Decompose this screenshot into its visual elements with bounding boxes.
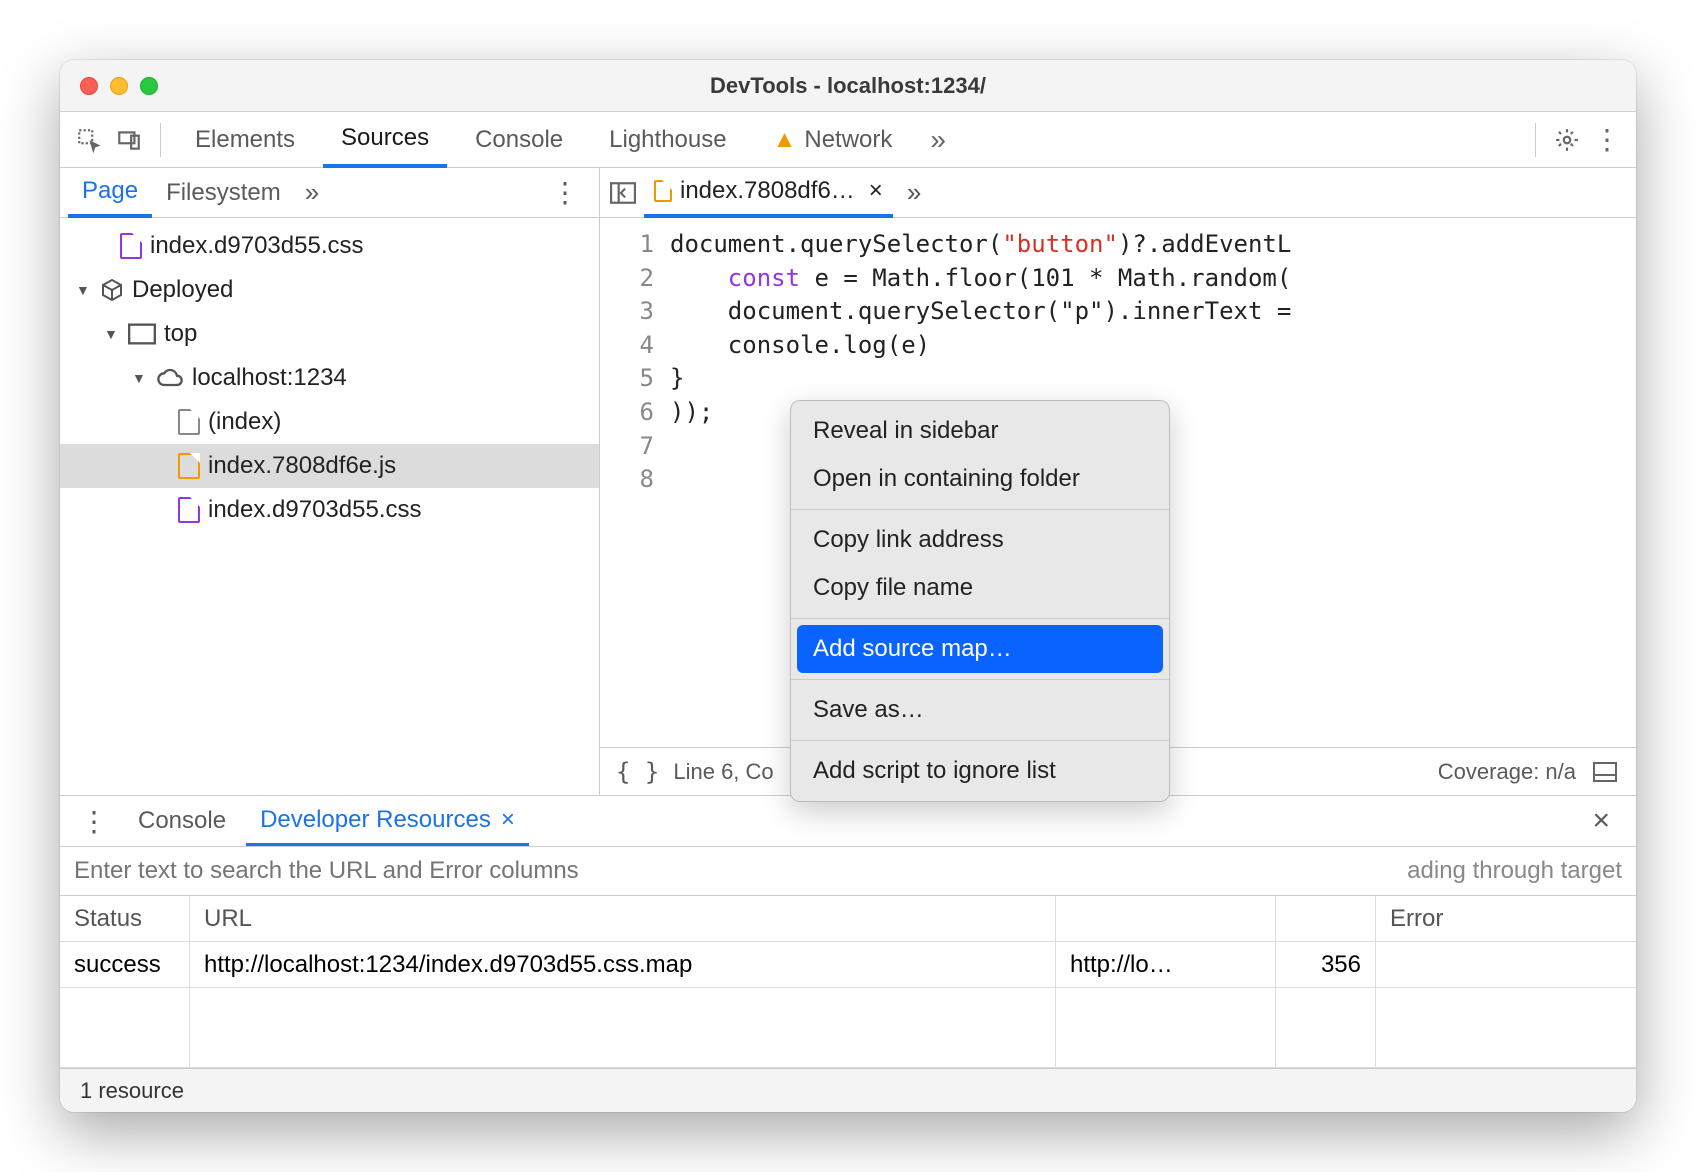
ctx-open-folder[interactable]: Open in containing folder bbox=[791, 455, 1169, 503]
window-title: DevTools - localhost:1234/ bbox=[710, 73, 986, 99]
close-window-button[interactable] bbox=[80, 77, 98, 95]
kebab-menu-icon[interactable]: ⋮ bbox=[1592, 125, 1622, 155]
ctx-ignore-list[interactable]: Add script to ignore list bbox=[791, 747, 1169, 795]
col-status[interactable]: Status bbox=[60, 896, 190, 941]
tree-item-css2[interactable]: index.d9703d55.css bbox=[60, 488, 599, 532]
tree-item-index[interactable]: (index) bbox=[60, 400, 599, 444]
tab-lighthouse[interactable]: Lighthouse bbox=[591, 112, 744, 167]
maximize-window-button[interactable] bbox=[140, 77, 158, 95]
expand-arrow-icon: ▼ bbox=[132, 370, 148, 386]
context-menu: Reveal in sidebar Open in containing fol… bbox=[790, 400, 1170, 802]
close-drawer-icon[interactable]: × bbox=[1576, 804, 1626, 838]
js-file-icon bbox=[654, 180, 672, 202]
close-tab-icon[interactable]: × bbox=[863, 177, 883, 205]
tree-item-host[interactable]: ▼ localhost:1234 bbox=[60, 356, 599, 400]
warning-icon: ▲ bbox=[773, 126, 797, 154]
more-tabs-icon[interactable]: » bbox=[920, 124, 956, 156]
cube-icon bbox=[100, 278, 124, 302]
frame-icon bbox=[128, 323, 156, 345]
table-row-empty bbox=[60, 988, 1636, 1068]
col-url[interactable]: URL bbox=[190, 896, 1056, 941]
resources-table: Status URL Error success http://localhos… bbox=[60, 896, 1636, 1068]
inspect-element-icon[interactable] bbox=[74, 125, 104, 155]
drawer-footer: 1 resource bbox=[60, 1068, 1636, 1112]
css-file-icon bbox=[120, 233, 142, 259]
col-error[interactable]: Error bbox=[1376, 896, 1636, 941]
coverage-label: Coverage: n/a bbox=[1438, 759, 1576, 785]
more-file-tabs-icon[interactable]: » bbox=[899, 177, 929, 208]
drawer-panel: ⋮ Console Developer Resources × × ading … bbox=[60, 795, 1636, 1112]
load-through-target-label: ading through target bbox=[1407, 857, 1622, 885]
ctx-save-as[interactable]: Save as… bbox=[791, 686, 1169, 734]
file-tree: index.d9703d55.css ▼ Deployed ▼ top ▼ lo… bbox=[60, 218, 599, 795]
col-size[interactable] bbox=[1276, 896, 1376, 941]
tab-elements[interactable]: Elements bbox=[177, 112, 313, 167]
ctx-copy-name[interactable]: Copy file name bbox=[791, 564, 1169, 612]
toggle-navigator-icon[interactable] bbox=[608, 178, 638, 208]
line-gutter: 12345678 bbox=[600, 218, 670, 747]
tree-item-js[interactable]: index.7808df6e.js bbox=[60, 444, 599, 488]
sidebar-more-tabs-icon[interactable]: » bbox=[295, 177, 329, 208]
ctx-add-source-map[interactable]: Add source map… bbox=[797, 625, 1163, 673]
pretty-print-icon[interactable]: { } bbox=[616, 758, 659, 786]
cloud-icon bbox=[156, 368, 184, 388]
titlebar: DevTools - localhost:1234/ bbox=[60, 60, 1636, 112]
sidebar-tab-filesystem[interactable]: Filesystem bbox=[152, 168, 295, 217]
dock-side-icon[interactable] bbox=[1590, 757, 1620, 787]
tab-console[interactable]: Console bbox=[457, 112, 581, 167]
close-drawer-tab-icon[interactable]: × bbox=[491, 806, 515, 834]
tree-item-css[interactable]: index.d9703d55.css bbox=[60, 224, 599, 268]
tree-item-deployed[interactable]: ▼ Deployed bbox=[60, 268, 599, 312]
drawer-tab-console[interactable]: Console bbox=[124, 796, 240, 846]
ctx-reveal-sidebar[interactable]: Reveal in sidebar bbox=[791, 407, 1169, 455]
sidebar-tab-page[interactable]: Page bbox=[68, 169, 152, 218]
minimize-window-button[interactable] bbox=[110, 77, 128, 95]
expand-arrow-icon: ▼ bbox=[104, 326, 120, 342]
ctx-copy-link[interactable]: Copy link address bbox=[791, 516, 1169, 564]
editor-file-tab[interactable]: index.7808df6… × bbox=[644, 169, 893, 218]
file-icon bbox=[178, 409, 200, 435]
tree-item-top[interactable]: ▼ top bbox=[60, 312, 599, 356]
table-row[interactable]: success http://localhost:1234/index.d970… bbox=[60, 942, 1636, 988]
expand-arrow-icon: ▼ bbox=[76, 282, 92, 298]
settings-gear-icon[interactable] bbox=[1552, 125, 1582, 155]
main-toolbar: Elements Sources Console Lighthouse ▲ Ne… bbox=[60, 112, 1636, 168]
sidebar-kebab-icon[interactable]: ⋮ bbox=[539, 176, 591, 209]
tab-network[interactable]: ▲ Network bbox=[755, 112, 911, 167]
css-file-icon bbox=[178, 497, 200, 523]
js-file-icon bbox=[178, 453, 200, 479]
drawer-kebab-icon[interactable]: ⋮ bbox=[70, 805, 118, 838]
drawer-tab-resources[interactable]: Developer Resources × bbox=[246, 797, 529, 847]
tab-sources[interactable]: Sources bbox=[323, 113, 447, 168]
col-initiator[interactable] bbox=[1056, 896, 1276, 941]
cursor-position: Line 6, Co bbox=[673, 759, 773, 785]
device-mode-icon[interactable] bbox=[114, 125, 144, 155]
resources-search-input[interactable] bbox=[74, 857, 1387, 885]
